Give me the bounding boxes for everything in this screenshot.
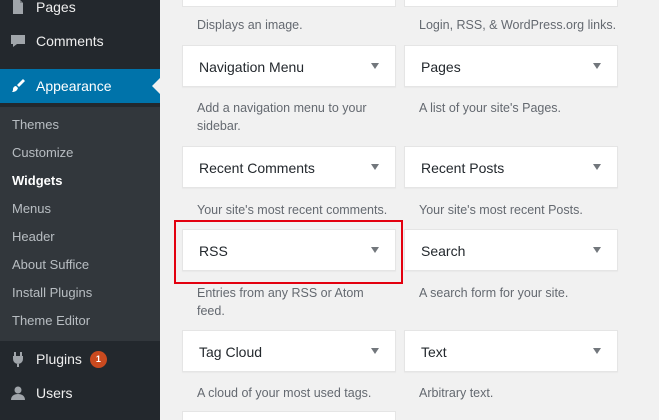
pages-icon [0, 0, 36, 16]
widget-title: Search [421, 243, 466, 259]
widget-title: Recent Posts [421, 160, 505, 176]
caret-down-icon[interactable] [371, 164, 379, 170]
menu-label-plugins: Plugins [36, 351, 82, 367]
submenu-widgets[interactable]: Widgets [12, 173, 62, 189]
widget-navigation-menu[interactable]: Navigation Menu [182, 45, 396, 87]
submenu-themes[interactable]: Themes [12, 117, 59, 133]
menu-label-pages: Pages [36, 0, 76, 15]
submenu-header[interactable]: Header [12, 229, 55, 245]
menu-label-comments: Comments [36, 33, 104, 49]
admin-sidebar: Pages Comments Appearance Themes Customi… [0, 0, 160, 420]
submenu-install-plugins[interactable]: Install Plugins [12, 285, 92, 301]
widget-image-bottom [182, 0, 396, 7]
widget-title: Pages [421, 59, 461, 75]
plugins-icon [0, 350, 36, 368]
widget-partial-next[interactable] [182, 411, 396, 420]
widget-title: Tag Cloud [199, 344, 263, 360]
widget-text[interactable]: Text [404, 330, 618, 372]
widget-desc: A cloud of your most used tags. [197, 386, 372, 400]
widget-meta-bottom [404, 0, 618, 7]
widget-desc: Your site's most recent Posts. [419, 203, 583, 217]
users-icon [0, 384, 36, 402]
menu-item-users[interactable]: Users [0, 376, 160, 410]
widget-desc: Add a navigation menu to your sidebar. [197, 101, 367, 133]
menu-item-plugins[interactable]: Plugins 1 [0, 342, 160, 376]
widget-recent-comments[interactable]: Recent Comments [182, 146, 396, 188]
plugins-update-badge: 1 [89, 350, 107, 368]
caret-down-icon[interactable] [593, 247, 601, 253]
caret-down-icon[interactable] [593, 164, 601, 170]
caret-down-icon[interactable] [593, 63, 601, 69]
widget-desc: Arbitrary text. [419, 386, 494, 400]
menu-label-appearance: Appearance [36, 78, 112, 94]
widget-title: Navigation Menu [199, 59, 305, 75]
caret-down-icon[interactable] [371, 348, 379, 354]
widget-desc: A search form for your site. [419, 286, 569, 300]
submenu-customize[interactable]: Customize [12, 145, 73, 161]
widget-desc: Your site's most recent comments. [197, 203, 388, 217]
appearance-submenu: Themes Customize Widgets Menus Header Ab… [0, 107, 160, 341]
widget-desc: A list of your site's Pages. [419, 101, 562, 115]
widget-title: Text [421, 344, 447, 360]
widget-desc: Entries from any RSS or Atom feed. [197, 286, 364, 318]
widget-desc-meta: Login, RSS, & WordPress.org links. [419, 18, 617, 32]
submenu-about-suffice[interactable]: About Suffice [12, 257, 89, 273]
rss-highlight-box [174, 220, 403, 284]
caret-down-icon[interactable] [371, 63, 379, 69]
appearance-brush-icon [0, 77, 36, 95]
submenu-theme-editor[interactable]: Theme Editor [12, 313, 90, 329]
submenu-menus[interactable]: Menus [12, 201, 51, 217]
widget-tag-cloud[interactable]: Tag Cloud [182, 330, 396, 372]
widget-desc-image: Displays an image. [197, 18, 303, 32]
widget-recent-posts[interactable]: Recent Posts [404, 146, 618, 188]
menu-item-comments[interactable]: Comments [0, 24, 160, 58]
menu-item-pages[interactable]: Pages [0, 0, 160, 24]
widget-search[interactable]: Search [404, 229, 618, 271]
widget-title: Recent Comments [199, 160, 315, 176]
comments-icon [0, 32, 36, 50]
caret-down-icon[interactable] [593, 348, 601, 354]
widget-pages[interactable]: Pages [404, 45, 618, 87]
menu-item-appearance[interactable]: Appearance [0, 69, 160, 103]
menu-label-users: Users [36, 385, 73, 401]
